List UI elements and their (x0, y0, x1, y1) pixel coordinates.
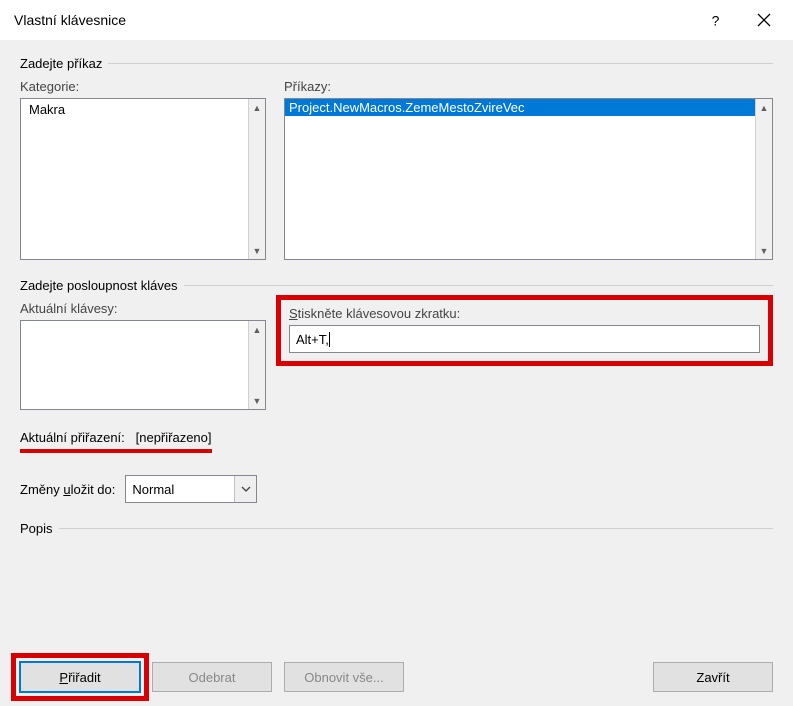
scroll-up-icon[interactable]: ▲ (756, 99, 773, 116)
reset-button[interactable]: Obnovit vše... (284, 662, 404, 692)
combo-value: Normal (126, 476, 234, 502)
press-shortcut-label: Stiskněte klávesovou zkratku: (289, 306, 760, 321)
save-changes-label: Změny uložit do: (20, 482, 115, 497)
svg-text:?: ? (712, 13, 720, 27)
group-specify-command: Zadejte příkaz (20, 56, 773, 71)
close-icon (757, 13, 771, 27)
current-keys-column: Aktuální klávesy: ▲ ▼ (20, 301, 266, 410)
scroll-up-icon[interactable]: ▲ (249, 99, 266, 116)
list-item[interactable]: Makra (25, 101, 261, 118)
save-changes-row: Změny uložit do: Normal (20, 475, 773, 503)
save-in-combo[interactable]: Normal (125, 475, 257, 503)
scroll-down-icon[interactable]: ▼ (249, 242, 266, 259)
current-assignment-row: Aktuální přiřazení: [nepřiřazeno] (20, 430, 773, 453)
current-keys-listbox[interactable]: ▲ ▼ (20, 320, 266, 410)
current-assignment-label: Aktuální přiřazení: (20, 430, 125, 445)
dialog-title: Vlastní klávesnice (14, 12, 701, 28)
categories-column: Kategorie: Makra ▲ ▼ (20, 79, 266, 260)
shortcut-input[interactable]: Alt+T, (289, 325, 760, 353)
scrollbar[interactable]: ▲ ▼ (248, 99, 265, 259)
chevron-down-icon[interactable] (234, 476, 256, 502)
scroll-down-icon[interactable]: ▼ (249, 392, 266, 409)
categories-label: Kategorie: (20, 79, 266, 94)
commands-listbox[interactable]: Project.NewMacros.ZemeMestoZvireVec ▲ ▼ (284, 98, 773, 260)
group-label: Popis (20, 521, 53, 536)
help-icon: ? (709, 13, 723, 27)
remove-button[interactable]: Odebrat (152, 662, 272, 692)
press-shortcut-column: Stiskněte klávesovou zkratku: Alt+T, (284, 301, 773, 410)
highlight-annotation: Přiřadit (11, 653, 149, 701)
highlight-annotation: Stiskněte klávesovou zkratku: Alt+T, (276, 295, 773, 366)
current-assignment-value: [nepřiřazeno] (136, 430, 212, 445)
assign-button[interactable]: Přiřadit (20, 662, 140, 692)
close-button[interactable]: Zavřít (653, 662, 773, 692)
divider (108, 63, 773, 64)
button-bar: Přiřadit Odebrat Obnovit vše... Zavřít (20, 622, 773, 692)
command-columns: Kategorie: Makra ▲ ▼ Příkazy: Project.Ne… (20, 79, 773, 260)
close-window-button[interactable] (749, 5, 779, 35)
scroll-up-icon[interactable]: ▲ (249, 321, 266, 338)
commands-label: Příkazy: (284, 79, 773, 94)
list-item[interactable]: Project.NewMacros.ZemeMestoZvireVec (285, 99, 755, 116)
dialog-content: Zadejte příkaz Kategorie: Makra ▲ ▼ Přík… (0, 40, 793, 706)
divider (184, 285, 773, 286)
current-keys-label: Aktuální klávesy: (20, 301, 266, 316)
custom-keyboard-dialog: Vlastní klávesnice ? Zadejte příkaz K (0, 0, 793, 706)
scroll-down-icon[interactable]: ▼ (756, 242, 773, 259)
highlight-annotation: Aktuální přiřazení: [nepřiřazeno] (20, 430, 212, 453)
sequence-columns: Aktuální klávesy: ▲ ▼ Stiskněte klávesov… (20, 301, 773, 410)
titlebar-buttons: ? (701, 5, 779, 35)
titlebar: Vlastní klávesnice ? (0, 0, 793, 40)
scrollbar[interactable]: ▲ ▼ (755, 99, 772, 259)
divider (59, 528, 773, 529)
group-label: Zadejte posloupnost kláves (20, 278, 178, 293)
help-button[interactable]: ? (701, 5, 731, 35)
caret-icon (329, 332, 330, 347)
commands-column: Příkazy: Project.NewMacros.ZemeMestoZvir… (284, 79, 773, 260)
group-description: Popis (20, 521, 773, 536)
categories-listbox[interactable]: Makra ▲ ▼ (20, 98, 266, 260)
group-label: Zadejte příkaz (20, 56, 102, 71)
group-specify-sequence: Zadejte posloupnost kláves (20, 278, 773, 293)
scrollbar[interactable]: ▲ ▼ (248, 321, 265, 409)
